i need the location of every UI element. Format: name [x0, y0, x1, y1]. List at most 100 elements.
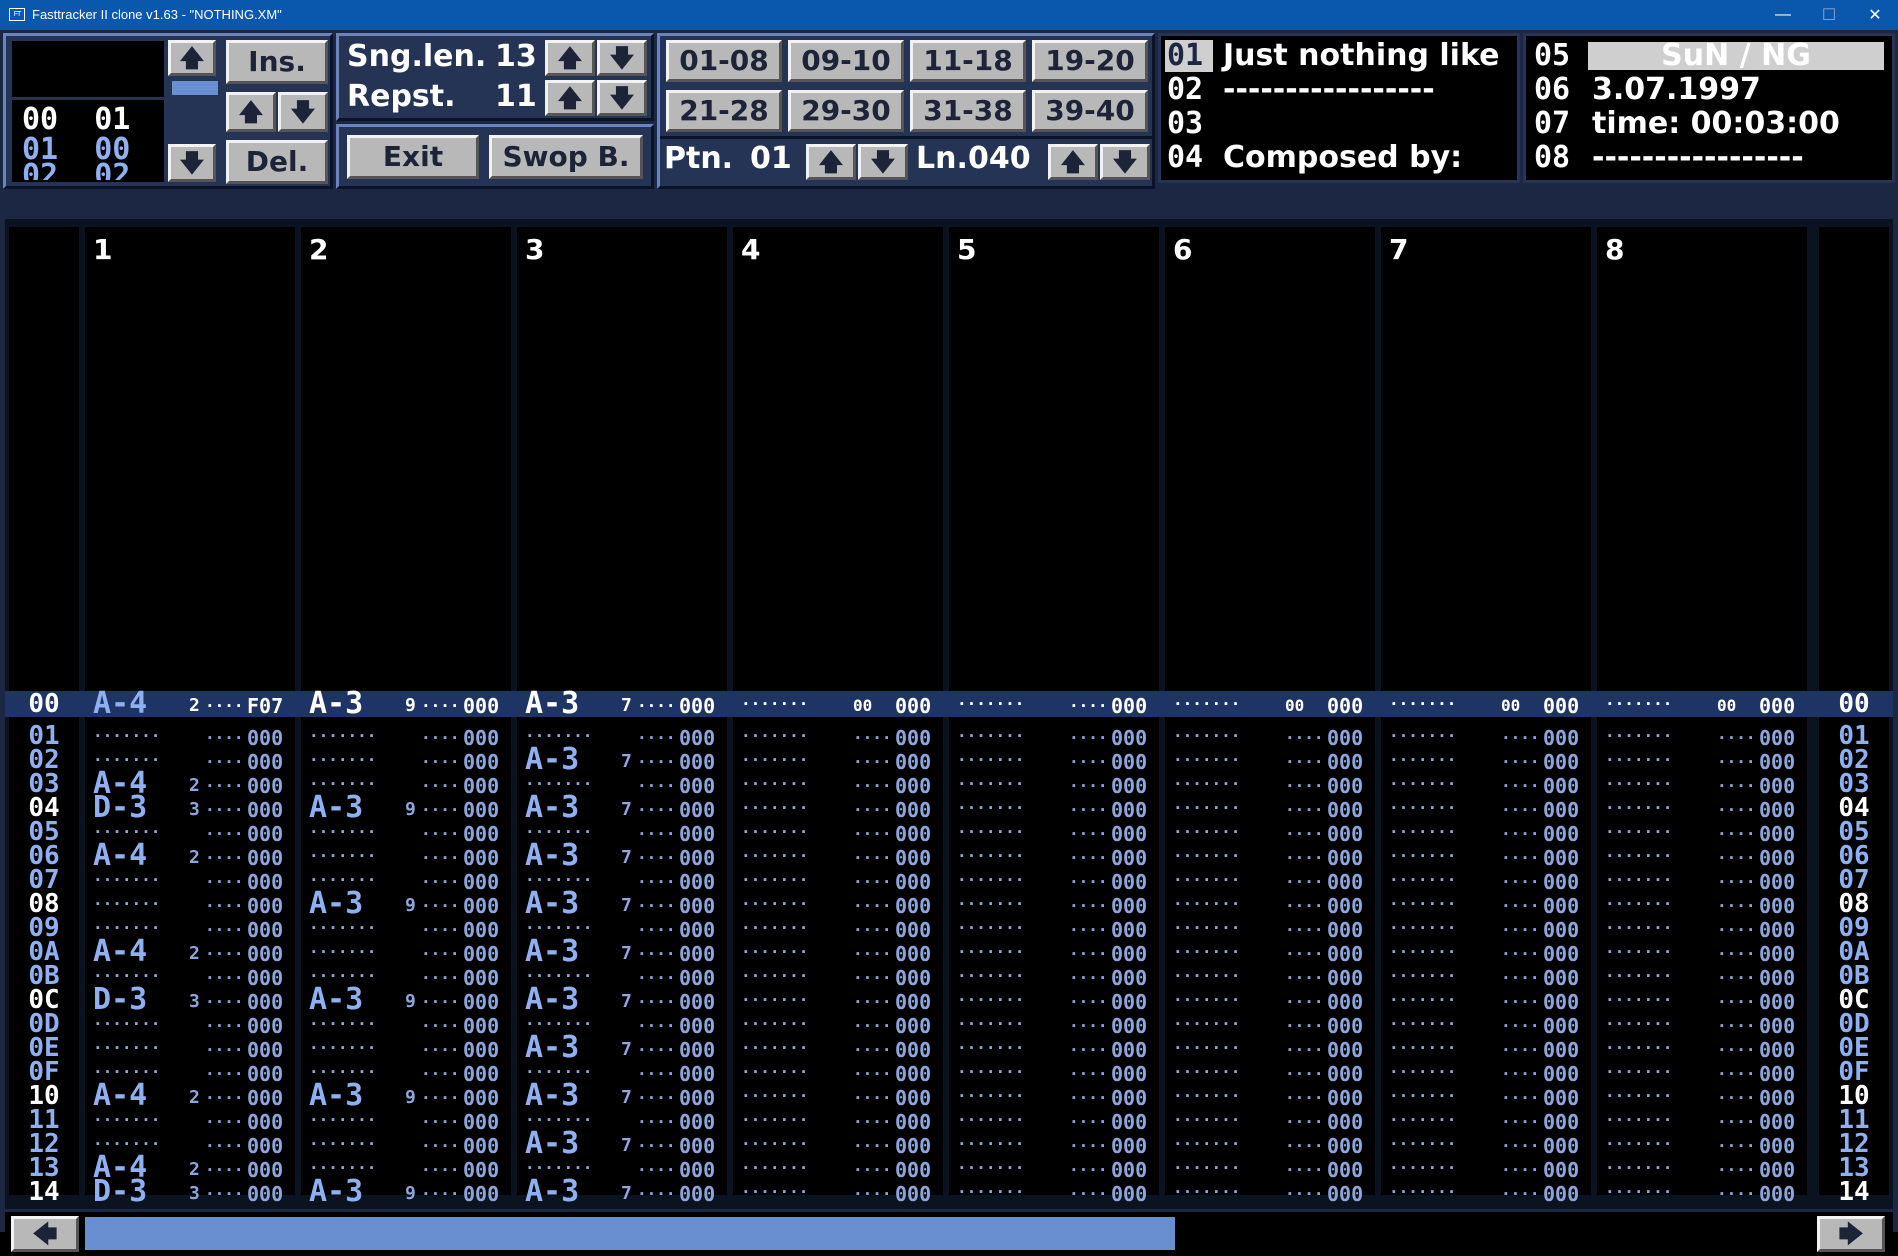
pattern-effect[interactable]: 000	[895, 774, 931, 798]
pattern-effect[interactable]: 000	[1759, 1110, 1795, 1134]
pattern-volume[interactable]: ····	[1285, 750, 1324, 774]
pattern-note[interactable]: ·······	[1605, 868, 1672, 892]
pattern-instrument[interactable]: 9	[405, 1086, 416, 1110]
pattern-volume[interactable]: ····	[1717, 1182, 1756, 1206]
pattern-note[interactable]: ·······	[741, 820, 808, 844]
pattern-effect[interactable]: 000	[247, 966, 283, 990]
pattern-note[interactable]: ·······	[1605, 892, 1672, 916]
pattern-note[interactable]: ·······	[957, 844, 1024, 868]
pattern-volume[interactable]: ····	[1285, 846, 1324, 870]
pattern-volume[interactable]: ····	[205, 1134, 244, 1158]
pattern-volume[interactable]: ····	[1717, 750, 1756, 774]
pattern-volume[interactable]: ····	[637, 990, 676, 1014]
pattern-effect[interactable]: 000	[679, 1014, 715, 1038]
pattern-note[interactable]: D-3	[93, 985, 147, 1015]
pattern-effect[interactable]: 000	[463, 1182, 499, 1206]
pattern-volume[interactable]: ····	[205, 726, 244, 750]
pattern-volume[interactable]: ····	[1285, 726, 1324, 750]
pattern-volume[interactable]: ····	[1285, 942, 1324, 966]
pattern-effect[interactable]: 000	[1111, 1038, 1147, 1062]
pattern-volume[interactable]: ····	[421, 846, 460, 870]
position-scroll-down-button[interactable]: 🡇	[168, 144, 216, 182]
pattern-note[interactable]: ·······	[309, 748, 376, 772]
pattern-effect[interactable]: 000	[1327, 726, 1363, 750]
pattern-effect[interactable]: 000	[1327, 1062, 1363, 1086]
pattern-effect[interactable]: 000	[679, 1182, 715, 1206]
pattern-effect[interactable]: 000	[895, 966, 931, 990]
pattern-note[interactable]: ·······	[1173, 692, 1240, 716]
pattern-note[interactable]: A-3	[525, 689, 579, 719]
pattern-note[interactable]: ·······	[741, 1132, 808, 1156]
pattern-note[interactable]: ·······	[1173, 1012, 1240, 1036]
pattern-effect[interactable]: 000	[1327, 894, 1363, 918]
pattern-effect[interactable]: 000	[1759, 846, 1795, 870]
pattern-volume[interactable]: 00	[1501, 694, 1520, 718]
pattern-volume[interactable]: ····	[637, 694, 676, 718]
pattern-note[interactable]: ·······	[1389, 748, 1456, 772]
pattern-effect[interactable]: 000	[247, 1182, 283, 1206]
pattern-effect[interactable]: 000	[1759, 1014, 1795, 1038]
pattern-note[interactable]: A-3	[309, 1081, 363, 1111]
pattern-note[interactable]: ·······	[1173, 1060, 1240, 1084]
bank-button-31-38[interactable]: 31-38	[910, 90, 1026, 132]
pattern-note[interactable]: ·······	[1605, 1012, 1672, 1036]
pattern-effect[interactable]: 000	[679, 798, 715, 822]
pattern-volume[interactable]: ····	[1501, 870, 1540, 894]
pattern-instrument[interactable]: 7	[621, 1086, 632, 1110]
pattern-note[interactable]: ·······	[1605, 1060, 1672, 1084]
pattern-note[interactable]: ·······	[1173, 724, 1240, 748]
bank-button-39-40[interactable]: 39-40	[1032, 90, 1148, 132]
pattern-volume[interactable]: ····	[1501, 1134, 1540, 1158]
pattern-volume[interactable]: ····	[1717, 942, 1756, 966]
pattern-up-button[interactable]: 🡅	[226, 92, 276, 132]
pattern-note[interactable]: ·······	[1389, 1084, 1456, 1108]
pattern-volume[interactable]: ····	[1501, 990, 1540, 1014]
pattern-effect[interactable]: 000	[1543, 726, 1579, 750]
pattern-note[interactable]: ·······	[957, 796, 1024, 820]
pattern-volume[interactable]: ····	[1501, 942, 1540, 966]
pattern-effect[interactable]: 000	[895, 918, 931, 942]
pattern-note[interactable]: ·······	[93, 1012, 160, 1036]
pattern-effect[interactable]: 000	[895, 1062, 931, 1086]
pattern-instrument[interactable]: 7	[621, 1182, 632, 1206]
bank-button-21-28[interactable]: 21-28	[666, 90, 782, 132]
pattern-volume[interactable]: ····	[421, 1086, 460, 1110]
pattern-effect[interactable]: 000	[1759, 918, 1795, 942]
pattern-note[interactable]: ·······	[741, 772, 808, 796]
pattern-note[interactable]: ·······	[93, 868, 160, 892]
pattern-volume[interactable]: ····	[637, 1086, 676, 1110]
pattern-note[interactable]: ·······	[1605, 1156, 1672, 1180]
pattern-volume[interactable]: ····	[205, 798, 244, 822]
pattern-volume[interactable]: ····	[205, 822, 244, 846]
pattern-effect[interactable]: 000	[679, 1062, 715, 1086]
pattern-note[interactable]: ·······	[1173, 1084, 1240, 1108]
pattern-volume[interactable]: ····	[1717, 1158, 1756, 1182]
pattern-volume[interactable]: ····	[421, 750, 460, 774]
pattern-volume[interactable]: ····	[853, 774, 892, 798]
pattern-note[interactable]: ·······	[957, 748, 1024, 772]
pattern-volume[interactable]: ····	[1285, 990, 1324, 1014]
pattern-effect[interactable]: 000	[679, 694, 715, 718]
pattern-note[interactable]: ·······	[957, 692, 1024, 716]
pattern-volume[interactable]: ····	[637, 894, 676, 918]
pattern-volume[interactable]: ····	[1069, 1038, 1108, 1062]
pattern-note[interactable]: ·······	[741, 1156, 808, 1180]
pattern-effect[interactable]: 000	[679, 1086, 715, 1110]
pattern-note[interactable]: ·······	[957, 1084, 1024, 1108]
pattern-volume[interactable]: ····	[205, 1158, 244, 1182]
pattern-note[interactable]: ·······	[957, 820, 1024, 844]
song-length-down-button[interactable]: 🡇	[597, 40, 647, 76]
pattern-volume[interactable]: ····	[853, 1158, 892, 1182]
bank-button-01-08[interactable]: 01-08	[666, 40, 782, 82]
pattern-volume[interactable]: ····	[421, 726, 460, 750]
pattern-effect[interactable]: 000	[1327, 942, 1363, 966]
pattern-number-down-button[interactable]: 🡇	[858, 144, 908, 180]
pattern-volume[interactable]: ····	[421, 1062, 460, 1086]
pattern-volume[interactable]: ····	[205, 966, 244, 990]
pattern-volume[interactable]: ····	[205, 1110, 244, 1134]
pattern-effect[interactable]: 000	[895, 694, 931, 718]
pattern-volume[interactable]: ····	[1717, 870, 1756, 894]
pattern-note[interactable]: ·······	[1173, 772, 1240, 796]
maximize-button[interactable]: ☐	[1806, 0, 1852, 30]
pattern-volume[interactable]: ····	[421, 798, 460, 822]
